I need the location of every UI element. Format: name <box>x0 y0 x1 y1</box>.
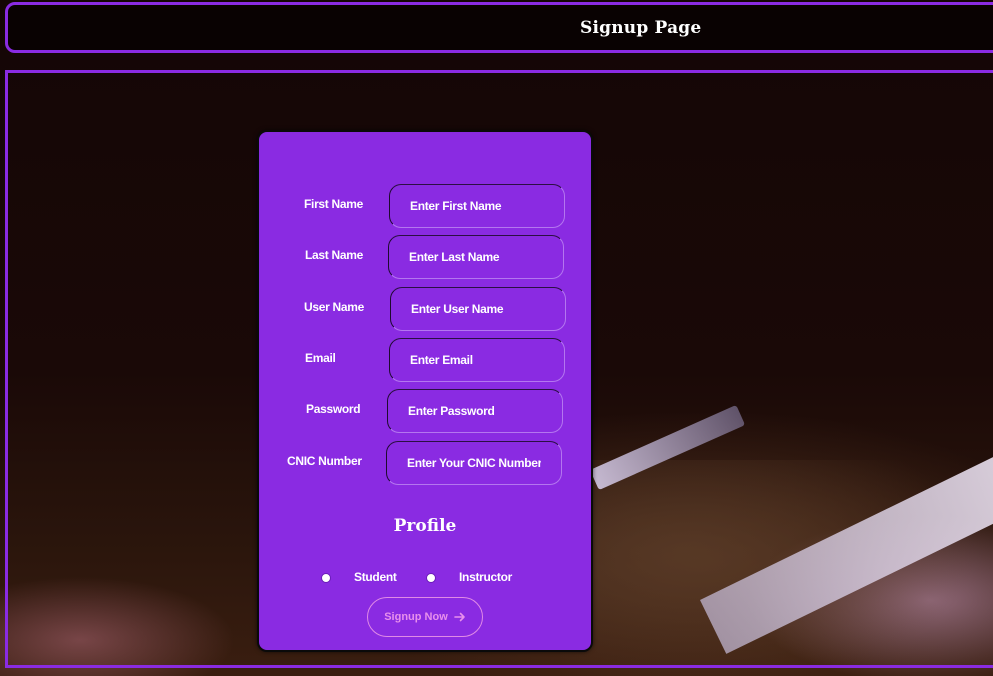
page-title: Signup Page <box>580 18 702 38</box>
email-row: Email <box>259 338 595 382</box>
profile-option-instructor[interactable]: Instructor <box>426 570 526 588</box>
cnic-number-input[interactable] <box>386 441 562 485</box>
user-name-label: User Name <box>304 300 365 314</box>
user-name-row: User Name <box>259 287 595 331</box>
last-name-row: Last Name <box>259 235 595 279</box>
user-name-input[interactable] <box>390 287 566 331</box>
radio-instructor-label: Instructor <box>459 570 513 584</box>
cnic-number-label: CNIC Number <box>287 454 362 468</box>
last-name-label: Last Name <box>305 248 363 262</box>
arrow-right-icon <box>453 612 465 622</box>
first-name-input[interactable] <box>389 184 565 228</box>
radio-student[interactable] <box>321 573 331 583</box>
password-label: Password <box>306 402 361 416</box>
email-input[interactable] <box>389 338 565 382</box>
email-label: Email <box>305 351 336 365</box>
first-name-row: First Name <box>259 184 595 228</box>
last-name-input[interactable] <box>388 235 564 279</box>
cnic-number-row: CNIC Number <box>259 441 595 485</box>
radio-student-label: Student <box>354 570 397 584</box>
signup-now-button[interactable]: Signup Now <box>367 597 483 637</box>
header-bar <box>5 2 993 53</box>
first-name-label: First Name <box>304 197 364 211</box>
signup-form: First Name Last Name User Name Email Pas… <box>257 130 593 652</box>
page: Signup Page First Name Last Name User Na… <box>0 0 993 676</box>
profile-title: Profile <box>393 516 457 536</box>
password-row: Password <box>259 389 595 433</box>
password-input[interactable] <box>387 389 563 433</box>
profile-option-student[interactable]: Student <box>321 570 411 588</box>
radio-instructor[interactable] <box>426 573 436 583</box>
signup-now-label: Signup Now <box>384 611 448 623</box>
